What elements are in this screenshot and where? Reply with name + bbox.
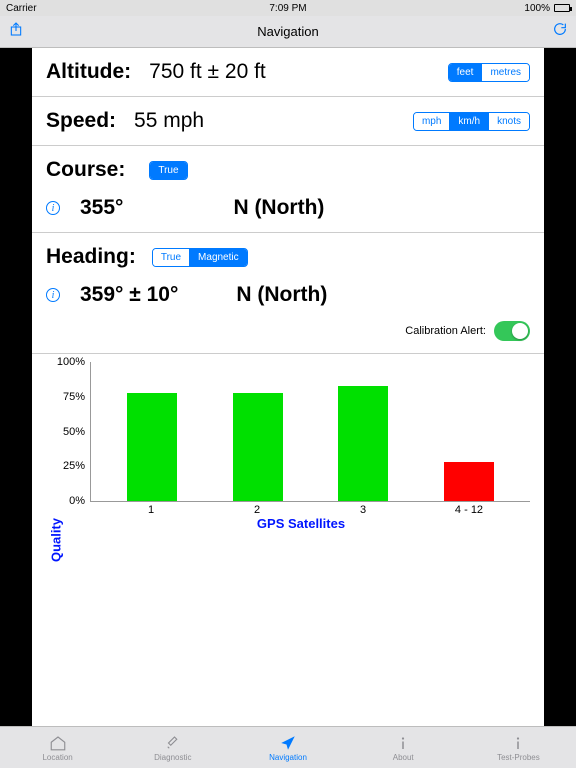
heading-label: Heading:	[46, 245, 136, 269]
xtick: 2	[232, 504, 282, 516]
course-direction: N (North)	[233, 196, 324, 220]
info-icon[interactable]: i	[46, 288, 60, 302]
tab-navigation[interactable]: Navigation	[230, 727, 345, 768]
altitude-value: 750 ft ± 20 ft	[149, 60, 266, 84]
xtick: 3	[338, 504, 388, 516]
tab-icon	[164, 734, 182, 752]
segment-option[interactable]: True	[153, 249, 189, 266]
course-mode-segmented[interactable]: True	[149, 161, 187, 180]
ytick: 0%	[53, 495, 89, 507]
tab-label: Diagnostic	[154, 753, 191, 762]
satellite-chart: Quality 0%25%50%75%100% 1234 - 12 GPS Sa…	[32, 354, 544, 726]
tab-label: Location	[42, 753, 72, 762]
altitude-label: Altitude:	[46, 60, 131, 84]
tab-icon	[279, 734, 297, 752]
calibration-switch[interactable]	[494, 321, 530, 341]
chart-ylabel: Quality	[49, 518, 64, 562]
ytick: 75%	[53, 391, 89, 403]
chart-bar	[233, 393, 283, 501]
segment-option[interactable]: feet	[449, 64, 482, 81]
altitude-row: Altitude: 750 ft ± 20 ft feetmetres	[32, 48, 544, 97]
segment-option[interactable]: Magnetic	[189, 249, 247, 266]
tab-test-probes[interactable]: Test-Probes	[461, 727, 576, 768]
heading-degrees: 359° ± 10°	[80, 283, 178, 307]
heading-direction: N (North)	[236, 283, 327, 307]
xtick: 4 - 12	[444, 504, 494, 516]
chart-plot: 0%25%50%75%100%	[90, 362, 530, 502]
xtick: 1	[126, 504, 176, 516]
navigation-bar: Navigation	[0, 16, 576, 48]
heading-mode-segmented[interactable]: TrueMagnetic	[152, 248, 248, 267]
clock: 7:09 PM	[0, 3, 576, 14]
segment-option[interactable]: knots	[488, 113, 529, 130]
speed-row: Speed: 55 mph mphkm/hknots	[32, 97, 544, 146]
tab-diagnostic[interactable]: Diagnostic	[115, 727, 230, 768]
segment-option[interactable]: metres	[481, 64, 529, 81]
course-label: Course:	[46, 158, 125, 182]
status-bar: Carrier 7:09 PM 100%	[0, 0, 576, 16]
ytick: 100%	[53, 356, 89, 368]
speed-label: Speed:	[46, 109, 116, 133]
tab-label: About	[393, 753, 414, 762]
tab-bar: Location Diagnostic Navigation About Test-Pr…	[0, 726, 576, 768]
tab-icon	[49, 734, 67, 752]
tab-icon	[394, 734, 412, 752]
speed-unit-segmented[interactable]: mphkm/hknots	[413, 112, 530, 131]
tab-location[interactable]: Location	[0, 727, 115, 768]
speed-value: 55 mph	[134, 109, 204, 133]
segment-option[interactable]: mph	[414, 113, 449, 130]
segment-option[interactable]: True	[150, 162, 186, 179]
page-title: Navigation	[0, 24, 576, 39]
info-icon[interactable]: i	[46, 201, 60, 215]
altitude-unit-segmented[interactable]: feetmetres	[448, 63, 530, 82]
course-row: Course: True i 355° N (North)	[32, 146, 544, 233]
ytick: 50%	[53, 426, 89, 438]
calibration-label: Calibration Alert:	[405, 325, 486, 337]
chart-xlabel: GPS Satellites	[72, 516, 530, 531]
tab-icon	[509, 734, 527, 752]
chart-bar	[444, 462, 494, 501]
chart-bar	[127, 393, 177, 501]
chart-bar	[338, 386, 388, 501]
tab-about[interactable]: About	[346, 727, 461, 768]
ytick: 25%	[53, 460, 89, 472]
course-degrees: 355°	[80, 196, 123, 220]
tab-label: Test-Probes	[497, 753, 540, 762]
heading-row: Heading: TrueMagnetic i 359° ± 10° N (No…	[32, 233, 544, 354]
segment-option[interactable]: km/h	[449, 113, 488, 130]
battery-icon	[554, 4, 570, 12]
main-content: Altitude: 750 ft ± 20 ft feetmetres Spee…	[32, 48, 544, 726]
tab-label: Navigation	[269, 753, 307, 762]
